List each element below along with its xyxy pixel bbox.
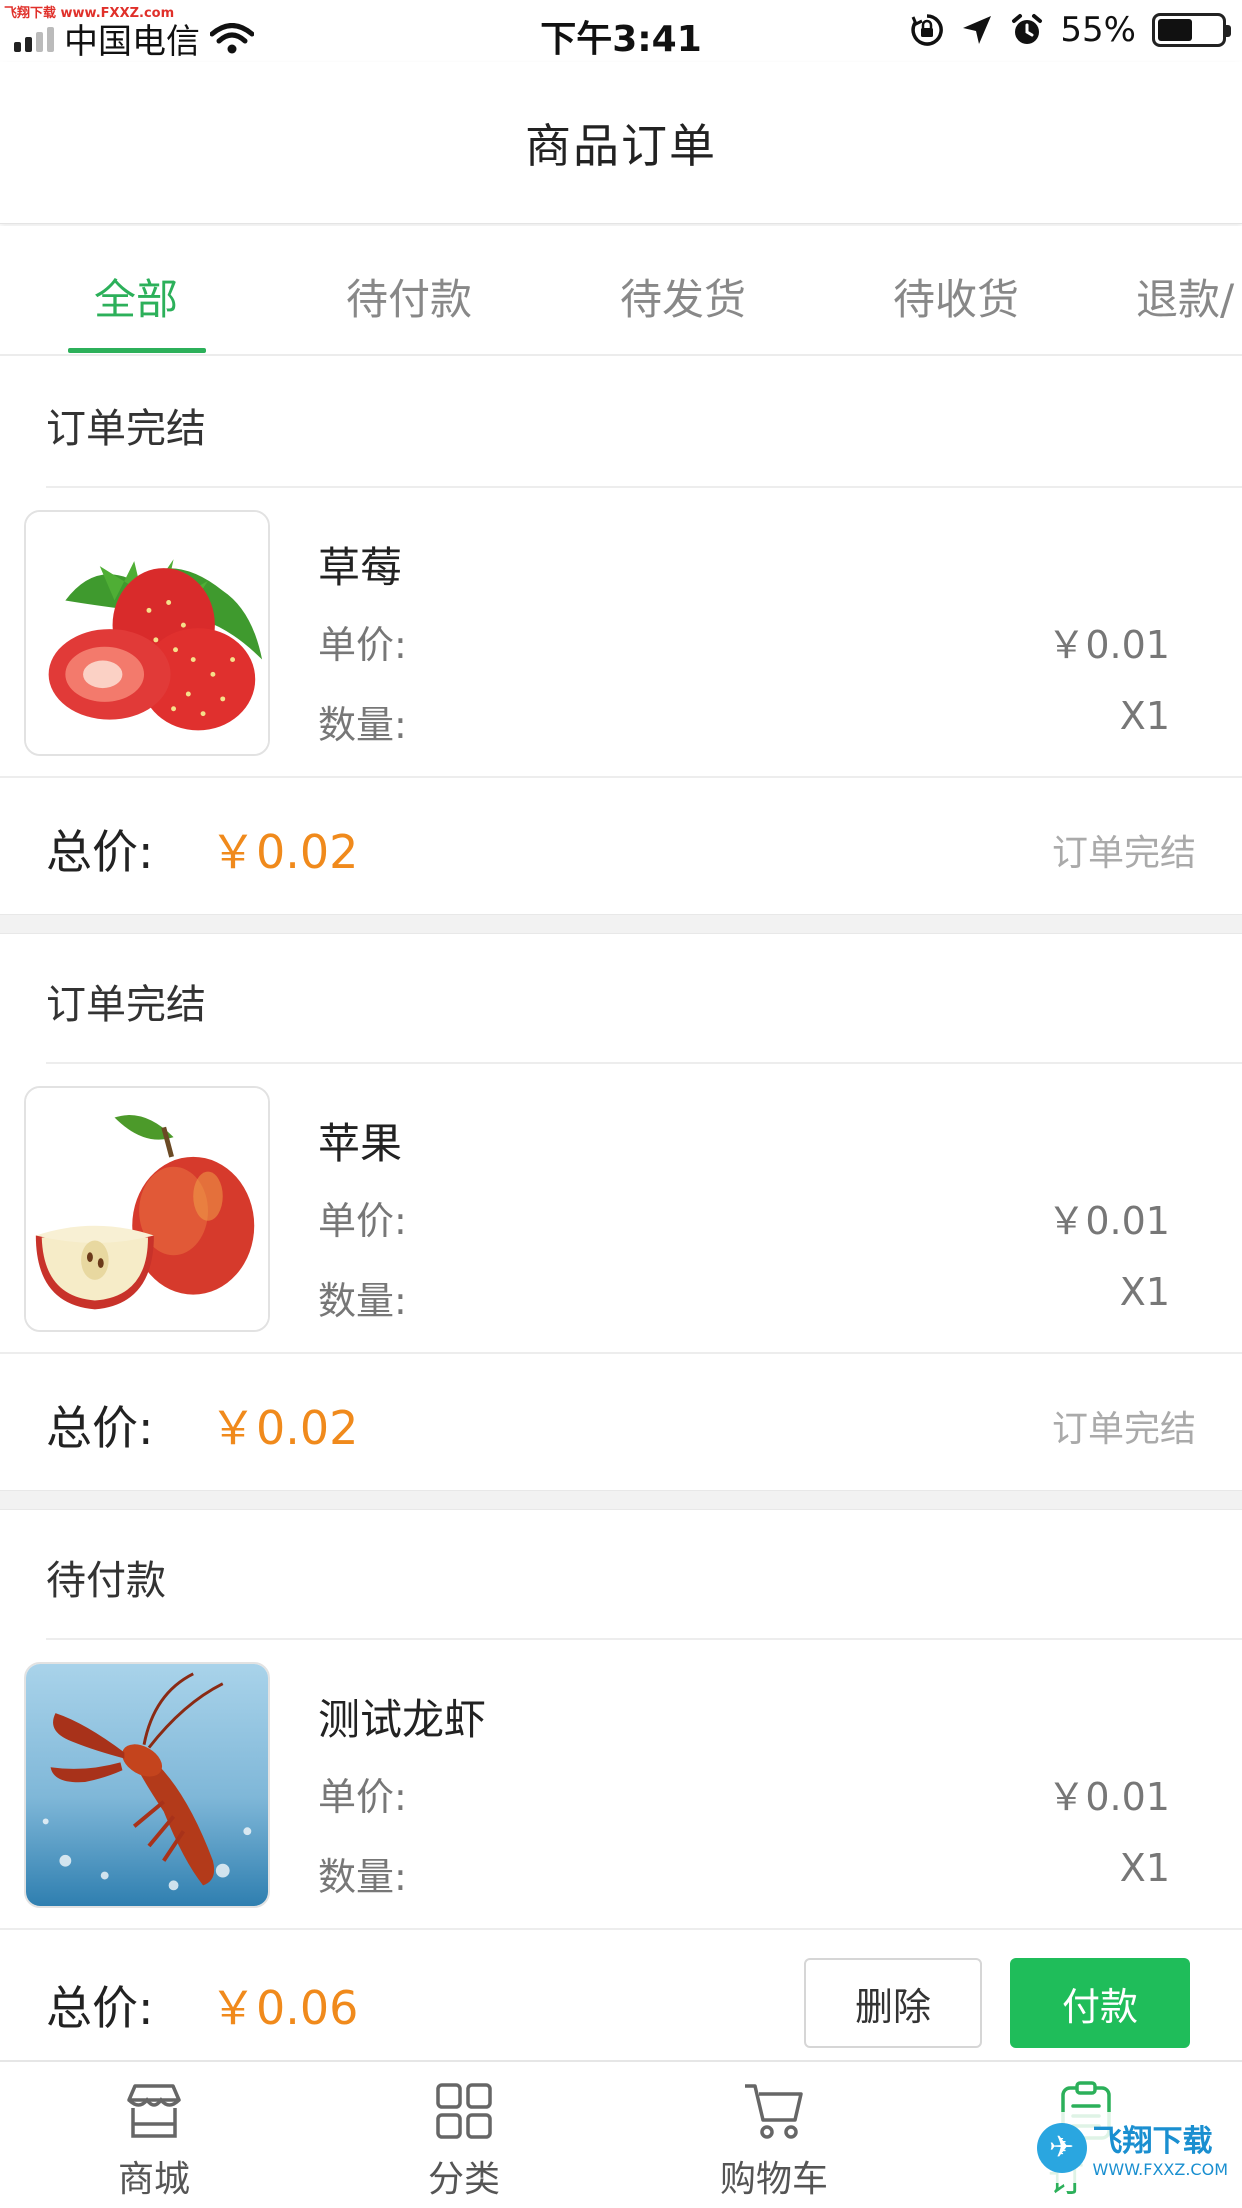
- delete-order-button[interactable]: 删除: [804, 1958, 982, 2048]
- watermark-url: WWW.FXXZ.COM: [1092, 2160, 1228, 2179]
- unit-price-label: 单价:: [318, 1199, 407, 1243]
- divider: [46, 486, 1242, 488]
- divider: [0, 1352, 1242, 1354]
- divider: [0, 776, 1242, 778]
- tabbar-label: 分类: [427, 2159, 500, 2200]
- section-separator: [0, 914, 1242, 934]
- tab-pending-receipt[interactable]: 待收货: [893, 266, 1019, 327]
- unit-price-label: 单价:: [318, 623, 407, 667]
- tab-pending-payment[interactable]: 待付款: [346, 266, 472, 327]
- watermark-text: 飞翔下载: [1092, 2124, 1213, 2159]
- tabbar-item-store[interactable]: 商城: [64, 2080, 244, 2202]
- strawberry-image: [26, 512, 268, 754]
- location-icon: [963, 16, 992, 44]
- order-card[interactable]: 订单完结 草莓 单价: ￥0.01 数量: X1 总价: ￥0.02 订单完结: [0, 358, 1242, 914]
- store-icon: [127, 2084, 181, 2138]
- order-filter-tabs: 全部 待付款 待发货 待收货 退款/: [0, 226, 1242, 356]
- total-value: ￥0.06: [210, 1981, 359, 2035]
- total-label: 总价:: [46, 1401, 154, 1455]
- unit-price-value: ￥0.01: [1047, 1199, 1170, 1243]
- battery-icon: [1152, 13, 1231, 47]
- unit-price-value: ￥0.01: [1047, 1775, 1170, 1819]
- total-label: 总价:: [46, 825, 154, 879]
- quantity-value: X1: [1119, 1846, 1170, 1890]
- lobster-image: [26, 1664, 268, 1906]
- battery-percent: 55%: [1060, 10, 1136, 50]
- pay-button[interactable]: 付款: [1010, 1958, 1190, 2048]
- tabbar-item-cart[interactable]: 购物车: [684, 2080, 864, 2202]
- product-name: 测试龙虾: [318, 1695, 487, 1744]
- watermark-logo-icon: ✈: [1036, 2122, 1087, 2173]
- alarm-icon: [1012, 14, 1043, 44]
- product-name: 草莓: [318, 543, 403, 592]
- total-value: ￥0.02: [210, 825, 359, 879]
- product-image[interactable]: [24, 1086, 270, 1332]
- tab-all[interactable]: 全部: [94, 266, 178, 327]
- order-status: 订单完结: [46, 406, 206, 452]
- divider: [46, 1638, 1242, 1640]
- unit-price-value: ￥0.01: [1047, 623, 1170, 667]
- cart-icon: [745, 2084, 803, 2139]
- product-name: 苹果: [318, 1119, 403, 1168]
- tab-refund[interactable]: 退款/: [1136, 266, 1234, 327]
- rotation-lock-icon: [911, 14, 944, 46]
- order-status: 待付款: [46, 1558, 166, 1604]
- total-value: ￥0.02: [210, 1401, 359, 1455]
- tabbar-label: 购物车: [719, 2159, 828, 2200]
- quantity-label: 数量:: [318, 703, 407, 747]
- page-title: 商品订单: [525, 118, 717, 173]
- order-status: 订单完结: [46, 982, 206, 1028]
- divider: [46, 1062, 1242, 1064]
- quantity-label: 数量:: [318, 1279, 407, 1323]
- nav-bar: 商品订单: [0, 62, 1242, 224]
- status-bar: 飞翔下载 www.FXXZ.com 中国电信 下午3:41 55%: [0, 0, 1242, 62]
- quantity-value: X1: [1119, 1270, 1170, 1314]
- tab-pending-shipment[interactable]: 待发货: [620, 266, 746, 327]
- product-image[interactable]: [24, 510, 270, 756]
- tabbar-item-category[interactable]: 分类: [374, 2080, 554, 2202]
- grid-icon: [436, 2083, 492, 2139]
- order-state-text: 订单完结: [1051, 1409, 1196, 1450]
- bottom-tab-bar: 商城 分类 购物车 订 ✈ 飞翔下载 WWW.FXXZ.COM: [0, 2060, 1242, 2208]
- order-card[interactable]: 待付款 测试龙虾 单价: ￥0.01 数量: X1 总价: ￥0.06 删除 付…: [0, 1510, 1242, 2060]
- section-separator: [0, 1490, 1242, 1510]
- quantity-label: 数量:: [318, 1855, 407, 1899]
- order-card[interactable]: 订单完结 苹果 单价: ￥0.01 数量: X1 总价: ￥0.02 订单完结: [0, 934, 1242, 1490]
- quantity-value: X1: [1119, 694, 1170, 738]
- watermark-bottom-right: ✈ 飞翔下载 WWW.FXXZ.COM: [1028, 2112, 1236, 2183]
- unit-price-label: 单价:: [318, 1775, 407, 1819]
- product-image[interactable]: [24, 1662, 270, 1908]
- divider: [0, 1928, 1242, 1930]
- total-label: 总价:: [46, 1981, 154, 2035]
- tabbar-label: 商城: [117, 2159, 190, 2200]
- order-state-text: 订单完结: [1051, 833, 1196, 874]
- apple-image: [26, 1088, 268, 1330]
- active-tab-indicator: [68, 348, 206, 353]
